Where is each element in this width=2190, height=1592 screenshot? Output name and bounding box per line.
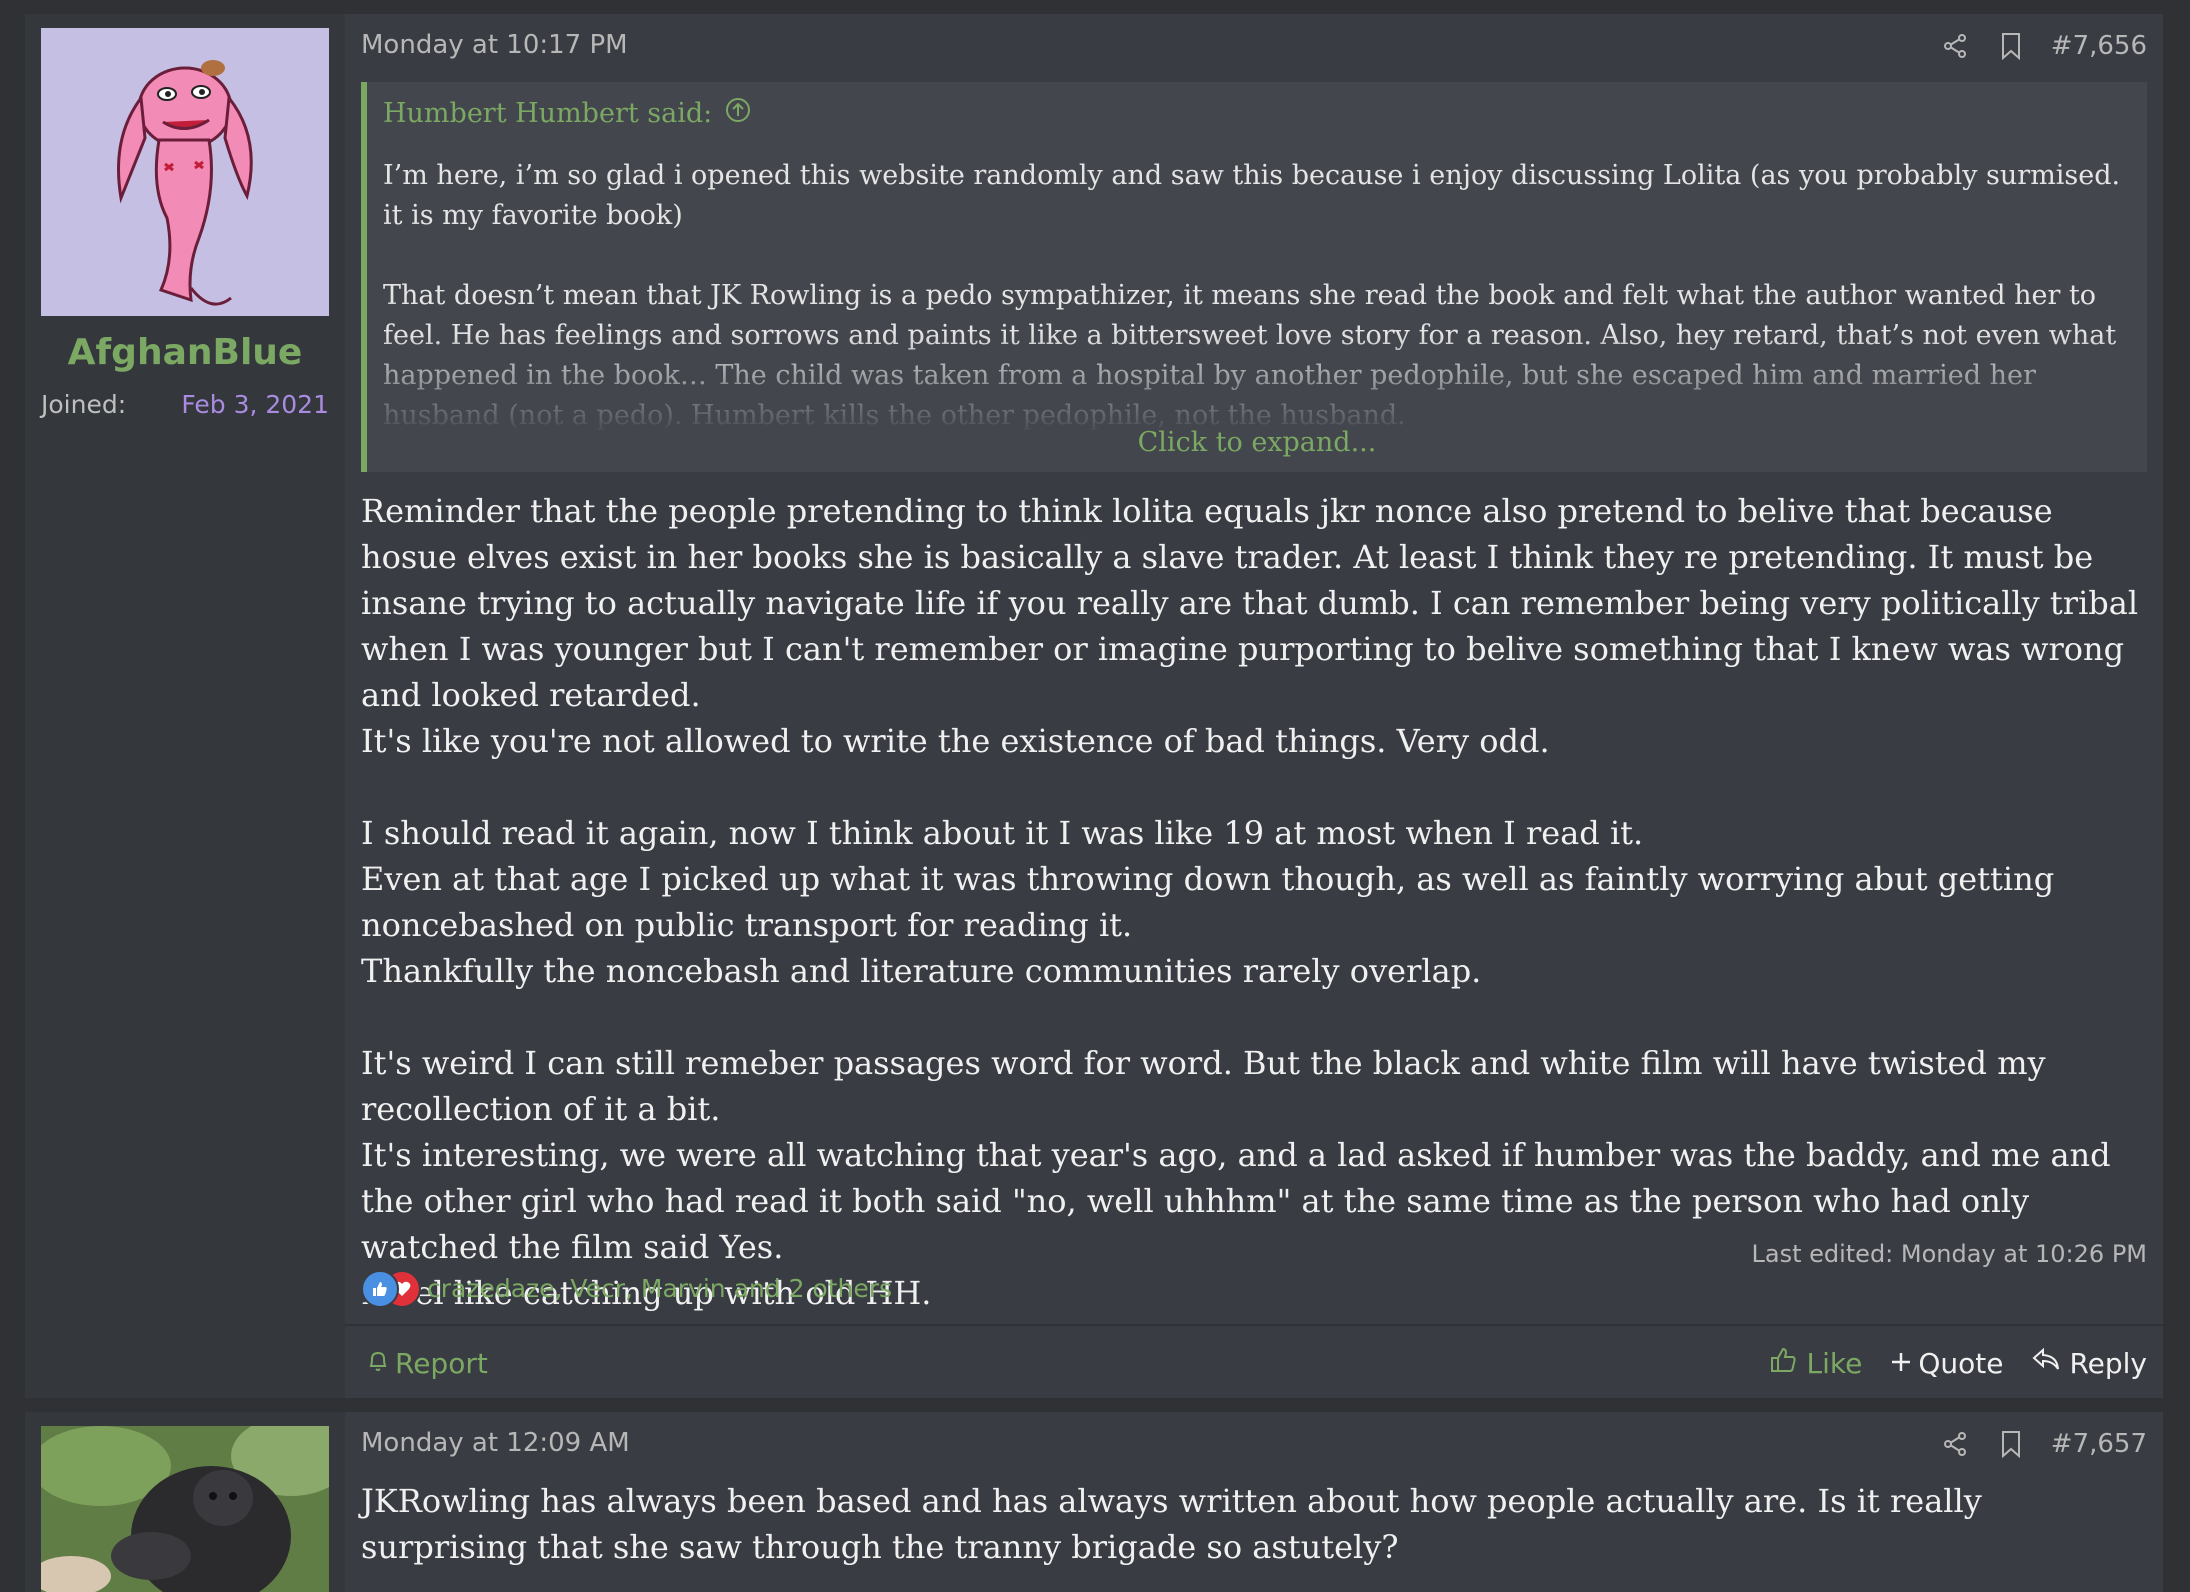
thumbs-up-reaction-icon <box>361 1270 399 1308</box>
message-line: I should read it again, now I think abou… <box>361 814 1644 852</box>
post-right-actions: Like Quote Reply <box>1769 1345 2147 1382</box>
thread-page: AfghanBlue Joined: Feb 3, 2021 Monday at… <box>0 0 2190 1592</box>
quote-attribution[interactable]: Humbert Humbert said: <box>383 96 752 131</box>
reply-arrow-icon <box>2031 1347 2061 1380</box>
message-line: It's like you're not allowed to write th… <box>361 722 1550 760</box>
user-avatar[interactable] <box>41 1426 329 1592</box>
quote-author-said[interactable]: Humbert Humbert said: <box>383 98 712 129</box>
post-date[interactable]: Monday at 10:17 PM <box>361 30 628 60</box>
share-icon[interactable] <box>1939 1428 1971 1460</box>
share-icon[interactable] <box>1939 30 1971 62</box>
reaction-users-list[interactable]: crazedaze, Vecr, Marvin and 2 others <box>427 1274 892 1303</box>
plus-icon <box>1890 1347 1912 1380</box>
reaction-icons[interactable] <box>361 1270 421 1308</box>
post-date[interactable]: Monday at 12:09 AM <box>361 1428 630 1458</box>
post-7657: Monday at 12:09 AM #7,657 JKRowling has … <box>25 1412 2163 1592</box>
post-action-bar: Report Like Quote Reply <box>345 1324 2163 1400</box>
click-to-expand-link[interactable]: Click to expand... <box>367 427 2147 458</box>
last-edited: Last edited: Monday at 10:26 PM <box>1751 1240 2147 1268</box>
quote-button[interactable]: Quote <box>1890 1347 2003 1380</box>
user-info-panel: AfghanBlue Joined: Feb 3, 2021 <box>25 14 345 1398</box>
bell-icon <box>367 1347 389 1380</box>
reply-label: Reply <box>2069 1346 2147 1380</box>
post-meta: Monday at 12:09 AM #7,657 <box>361 1428 2147 1468</box>
post-7656: AfghanBlue Joined: Feb 3, 2021 Monday at… <box>25 14 2163 1398</box>
quote-label: Quote <box>1918 1346 2004 1380</box>
like-button[interactable]: Like <box>1769 1345 1863 1382</box>
joined-label: Joined: <box>41 390 127 419</box>
user-info-panel <box>25 1412 345 1592</box>
thumbs-up-icon <box>1769 1345 1799 1382</box>
report-label: Report <box>395 1346 488 1380</box>
message-line: Reminder that the people pretending to t… <box>361 492 2139 714</box>
post-main: Monday at 10:17 PM #7,656 Humbert Humber… <box>345 14 2163 1398</box>
post-meta-actions: #7,656 <box>1939 30 2147 62</box>
like-label: Like <box>1806 1346 1863 1380</box>
report-button[interactable]: Report <box>367 1347 488 1380</box>
reply-button[interactable]: Reply <box>2031 1347 2147 1380</box>
username[interactable]: AfghanBlue <box>25 332 345 373</box>
bookmark-icon[interactable] <box>1995 1428 2027 1460</box>
post-meta-actions: #7,657 <box>1939 1428 2147 1460</box>
quote-block: Humbert Humbert said: I’m here, i’m so g… <box>361 82 2147 472</box>
reactions-bar[interactable]: crazedaze, Vecr, Marvin and 2 others <box>361 1270 892 1308</box>
bookmark-icon[interactable] <box>1995 30 2027 62</box>
arrow-up-circle-icon[interactable] <box>724 96 752 131</box>
quote-paragraph: I’m here, i’m so glad i opened this webs… <box>383 160 2121 231</box>
message-line: Thankfully the noncebash and literature … <box>361 952 1482 990</box>
user-avatar[interactable] <box>41 28 329 316</box>
post-message: JKRowling has always been based and has … <box>361 1482 1982 1566</box>
post-number[interactable]: #7,656 <box>2051 31 2147 61</box>
post-meta: Monday at 10:17 PM #7,656 <box>361 30 2147 70</box>
joined-date: Feb 3, 2021 <box>181 390 329 419</box>
post-main: Monday at 12:09 AM #7,657 JKRowling has … <box>345 1412 2163 1592</box>
message-line: It's weird I can still remeber passages … <box>361 1044 2046 1128</box>
post-number[interactable]: #7,657 <box>2051 1429 2147 1459</box>
message-line: Even at that age I picked up what it was… <box>361 860 2055 944</box>
post-message: Reminder that the people pretending to t… <box>361 488 2147 1316</box>
